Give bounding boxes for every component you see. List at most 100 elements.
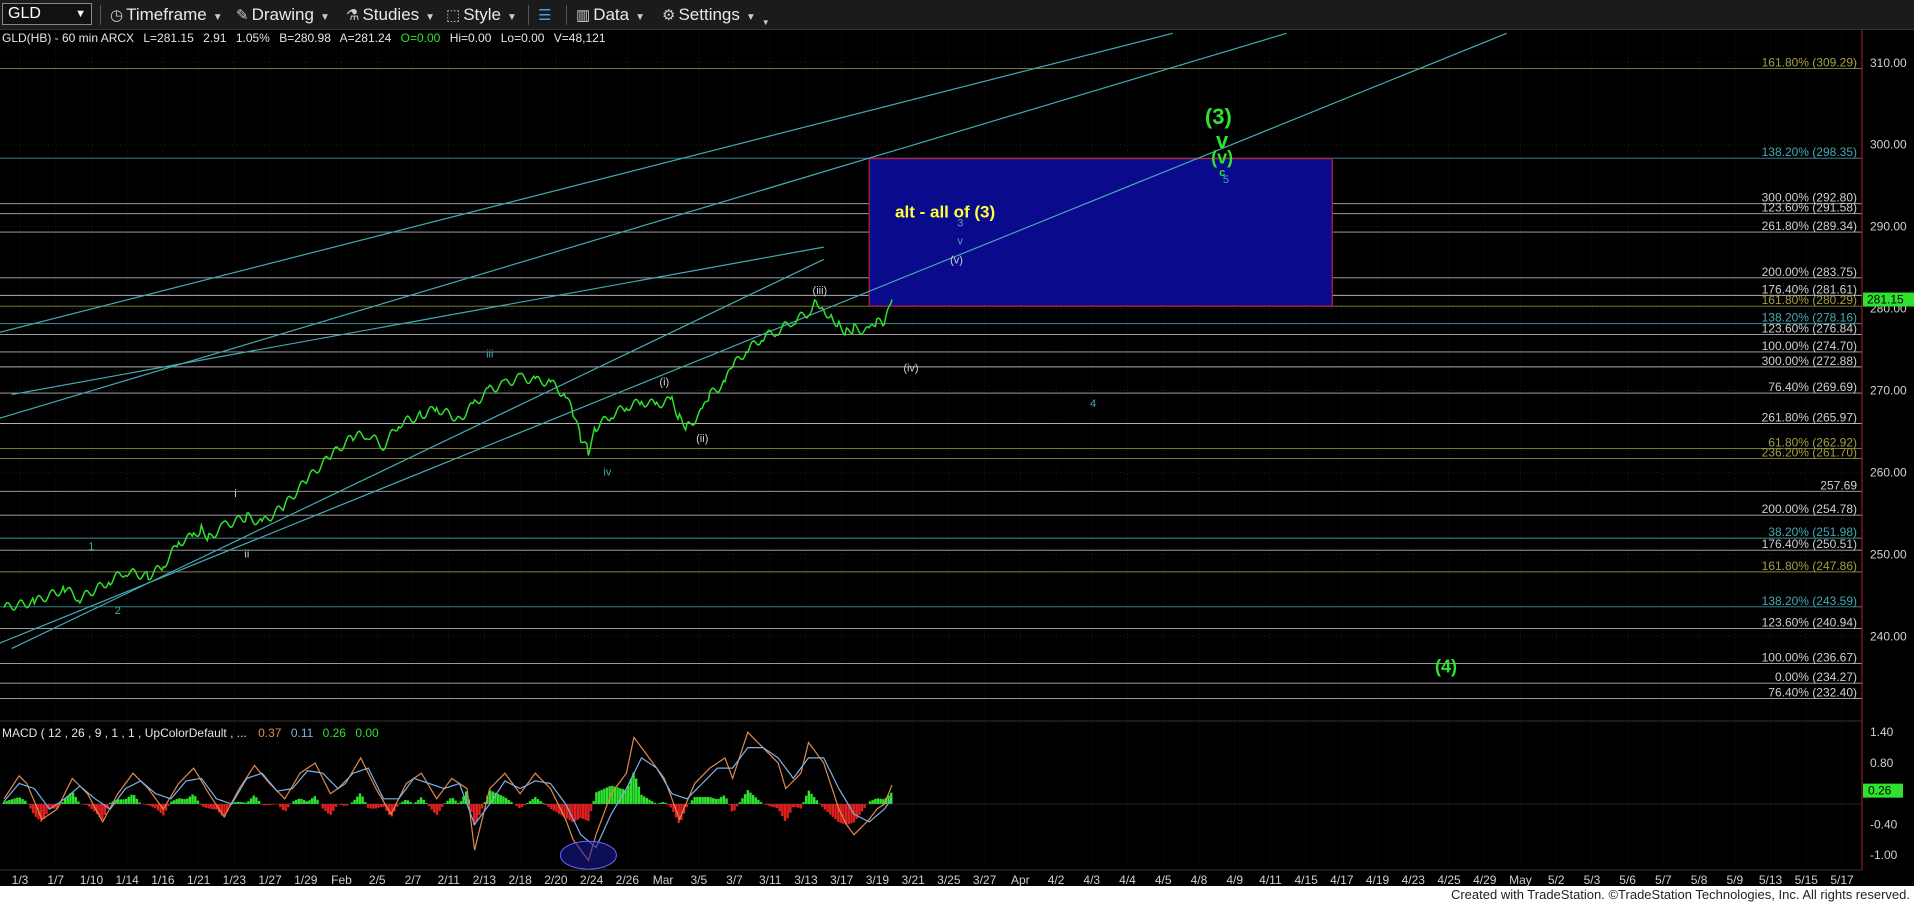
bar-chart-icon: ▥ — [576, 7, 591, 24]
wave-label: 5 — [1223, 174, 1229, 186]
timeframe-label: Timeframe — [126, 5, 207, 24]
pencil-icon: ✎ — [236, 7, 249, 24]
x-tick-label: 2/26 — [616, 873, 640, 886]
macd-value-text: 0.26 — [1868, 784, 1892, 798]
fib-level-label: 0.00% (234.27) — [1775, 670, 1857, 684]
toolbar-divider — [100, 5, 101, 25]
data-label: Data — [593, 5, 630, 24]
symbol-input[interactable]: GLD ▼ — [2, 3, 92, 25]
macd-tick-label: -0.40 — [1870, 817, 1898, 831]
x-tick-label: 4/19 — [1366, 873, 1390, 886]
wave-label: alt - all of (3) — [895, 203, 995, 222]
x-tick-label: 4/25 — [1437, 873, 1461, 886]
wave-label: (v) — [1211, 148, 1233, 168]
open-price: O=0.00 — [401, 31, 441, 45]
x-tick-label: 1/23 — [223, 873, 247, 886]
x-tick-label: 4/8 — [1191, 873, 1208, 886]
x-tick-label: Feb — [331, 873, 352, 886]
layout-icon: ☰ — [538, 7, 552, 24]
net-change: 2.91 — [203, 31, 227, 45]
x-tick-label: 2/20 — [544, 873, 568, 886]
x-tick-label: 3/7 — [726, 873, 743, 886]
x-tick-label: 5/3 — [1584, 873, 1601, 886]
flask-icon: ⚗ — [346, 7, 360, 24]
x-tick-label: 4/17 — [1330, 873, 1354, 886]
drawing-button[interactable]: ✎ Drawing ▼ — [236, 4, 330, 26]
drawing-label: Drawing — [251, 5, 314, 24]
macd-divergence-ellipse[interactable] — [559, 840, 617, 870]
x-tick-label: 1/14 — [115, 873, 139, 886]
bid-price: B=280.98 — [279, 31, 331, 45]
chevron-down-icon[interactable]: ▼ — [75, 4, 86, 24]
x-tick-label: 5/9 — [1726, 873, 1743, 886]
y-tick-label: 300.00 — [1870, 138, 1907, 152]
pct-change: 1.05% — [236, 31, 270, 45]
footer: Created with TradeStation. ©TradeStation… — [0, 886, 1914, 904]
x-tick-label: 3/17 — [830, 873, 854, 886]
wave-label: (v) — [950, 254, 963, 266]
style-icon: ⬚ — [446, 7, 461, 24]
style-button[interactable]: ⬚ Style ▼ — [446, 4, 517, 26]
wave-label: iv — [603, 467, 611, 479]
settings-label: Settings — [678, 5, 740, 24]
studies-button[interactable]: ⚗ Studies ▼ — [346, 4, 435, 26]
fib-level-label: 100.00% (236.67) — [1762, 651, 1857, 665]
x-tick-label: 3/19 — [866, 873, 890, 886]
wave-label: i — [234, 488, 236, 500]
chevron-down-icon: ▼ — [319, 12, 330, 23]
x-tick-label: 5/6 — [1619, 873, 1636, 886]
high-price: Hi=0.00 — [450, 31, 492, 45]
wave-label: 2 — [115, 605, 121, 617]
y-tick-label: 290.00 — [1870, 220, 1907, 234]
chart-area[interactable]: (3)v(v)c5alt - all of (3)3v(v)(iii)(iv)(… — [0, 30, 1914, 886]
volume: V=48,121 — [554, 31, 606, 45]
chevron-down-icon: ▼ — [425, 12, 436, 23]
x-tick-label: 5/8 — [1691, 873, 1708, 886]
studies-label: Studies — [362, 5, 420, 24]
toolbar-divider — [528, 5, 529, 25]
target-zone-box[interactable] — [868, 158, 1333, 307]
settings-button[interactable]: ⚙ Settings ▼ ▼ — [662, 4, 770, 27]
x-tick-label: 4/2 — [1048, 873, 1065, 886]
ask-price: A=281.24 — [340, 31, 392, 45]
wave-label: 4 — [1090, 398, 1096, 410]
chevron-down-icon: ▼ — [745, 12, 756, 23]
copyright-text: Created with TradeStation. ©TradeStation… — [1450, 887, 1910, 902]
x-tick-label: 2/5 — [369, 873, 386, 886]
x-tick-label: 4/4 — [1119, 873, 1136, 886]
fib-level-label: 76.40% (232.40) — [1768, 686, 1857, 700]
wave-label: iii — [486, 349, 493, 361]
x-tick-label: 1/27 — [258, 873, 282, 886]
macd-tick-label: 0.80 — [1870, 756, 1894, 770]
x-tick-label: 4/15 — [1294, 873, 1318, 886]
wave-label: (i) — [659, 377, 669, 389]
y-tick-label: 310.00 — [1870, 56, 1907, 70]
fib-level-label: 261.80% (265.97) — [1762, 410, 1857, 424]
x-tick-label: 4/11 — [1259, 873, 1282, 886]
layout-button[interactable]: ☰ — [538, 4, 554, 26]
fib-level-label: 200.00% (283.75) — [1762, 265, 1857, 279]
data-button[interactable]: ▥ Data ▼ — [576, 4, 645, 26]
timeframe-clock-icon: ◷ — [110, 7, 124, 24]
wave-label: 1 — [88, 541, 94, 553]
x-tick-label: 4/5 — [1155, 873, 1172, 886]
fib-level-label: 200.00% (254.78) — [1762, 502, 1857, 516]
wave-label: (3) — [1205, 104, 1232, 129]
macd-zero-value: 0.00 — [355, 726, 379, 740]
x-tick-label: 1/3 — [12, 873, 29, 886]
fib-level-label: 236.20% (261.70) — [1762, 445, 1857, 459]
x-tick-label: 5/15 — [1795, 873, 1819, 886]
fib-level-label: 123.60% (291.58) — [1762, 201, 1857, 215]
timeframe-button[interactable]: ◷ Timeframe ▼ — [110, 4, 223, 26]
y-tick-label: 240.00 — [1870, 629, 1907, 643]
macd-value-tag: 0.26 — [1863, 783, 1903, 798]
gear-icon: ⚙ — [662, 7, 676, 24]
fib-level-label: 138.20% (298.35) — [1762, 145, 1857, 159]
wave-label: (iv) — [903, 363, 918, 375]
x-tick-label: 2/13 — [473, 873, 497, 886]
fib-level-label: 261.80% (289.34) — [1762, 219, 1857, 233]
fib-level-label: 161.80% (309.29) — [1762, 56, 1857, 70]
low-price: Lo=0.00 — [501, 31, 545, 45]
macd-tick-label: -1.00 — [1870, 848, 1898, 862]
wave-label: (iii) — [813, 285, 828, 297]
